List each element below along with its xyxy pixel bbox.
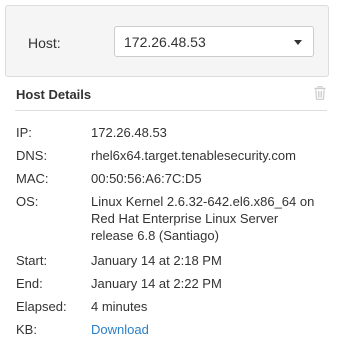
caret-down-icon xyxy=(294,40,302,45)
host-details-title: Host Details xyxy=(16,87,92,102)
end-value: January 14 at 2:22 PM xyxy=(91,276,222,291)
os-value: Linux Kernel 2.6.32-642.el6.x86_64 on Re… xyxy=(91,194,315,243)
mac-value: 00:50:56:A6:7C:D5 xyxy=(91,171,202,186)
kb-label: KB: xyxy=(16,322,37,337)
ip-label: IP: xyxy=(16,125,32,140)
host-selector-panel: Host: 172.26.48.53 xyxy=(5,5,329,77)
elapsed-label: Elapsed: xyxy=(16,299,67,314)
host-select[interactable]: 172.26.48.53 xyxy=(114,26,314,57)
mac-label: MAC: xyxy=(16,171,49,186)
os-label: OS: xyxy=(16,194,39,209)
dns-label: DNS: xyxy=(16,148,48,163)
host-select-value: 172.26.48.53 xyxy=(124,34,206,50)
trash-icon[interactable] xyxy=(314,86,326,100)
details-divider xyxy=(15,110,327,111)
end-label: End: xyxy=(16,276,43,291)
elapsed-value: 4 minutes xyxy=(91,299,148,314)
kb-download-link[interactable]: Download xyxy=(91,321,323,338)
start-label: Start: xyxy=(16,253,48,268)
ip-value: 172.26.48.53 xyxy=(91,125,167,140)
dns-value: rhel6x64.target.tenablesecurity.com xyxy=(91,148,296,163)
start-value: January 14 at 2:18 PM xyxy=(91,253,222,268)
host-label: Host: xyxy=(28,35,61,51)
